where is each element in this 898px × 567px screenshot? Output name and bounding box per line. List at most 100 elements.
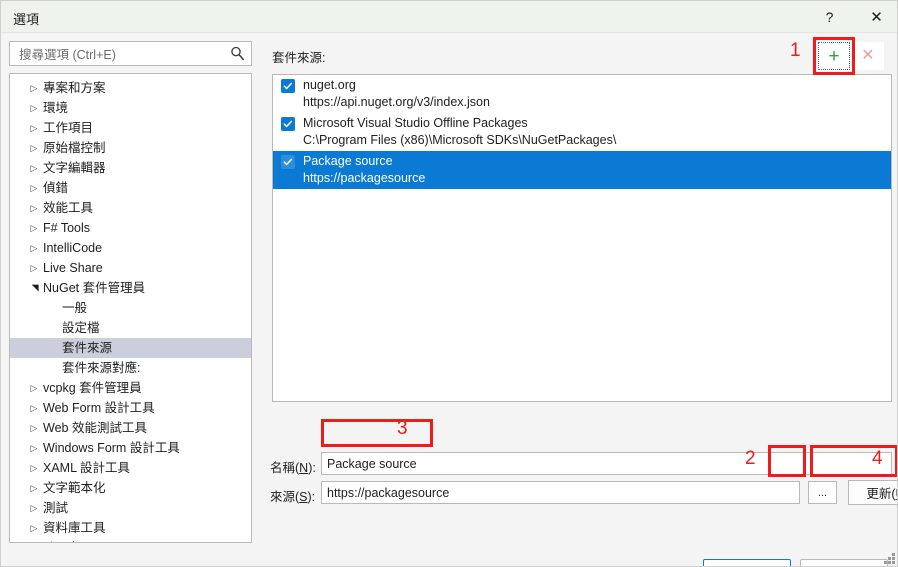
- twisty-glyph: ▷: [30, 403, 38, 413]
- package-source-row[interactable]: Package source https://packagesource: [273, 151, 891, 189]
- sidebar-item-16[interactable]: ▷ Web Form 設計工具: [10, 398, 251, 418]
- package-source-url: https://packagesource: [303, 171, 426, 185]
- sidebar-item-13[interactable]: 套件來源: [10, 338, 251, 358]
- remove-package-source-button[interactable]: ✕: [852, 42, 884, 70]
- twisty-glyph: ▷: [30, 483, 38, 493]
- sidebar-item-label: 套件來源對應:: [62, 361, 141, 375]
- chevron-right-icon[interactable]: ▷: [28, 378, 40, 398]
- resize-grip[interactable]: [883, 552, 896, 565]
- chevron-right-icon[interactable]: ▷: [28, 458, 40, 478]
- chevron-right-icon[interactable]: ▷: [28, 98, 40, 118]
- sidebar-item-6[interactable]: ▷ 效能工具: [10, 198, 251, 218]
- sidebar-item-8[interactable]: ▷ IntelliCode: [10, 238, 251, 258]
- chevron-right-icon[interactable]: ▷: [28, 218, 40, 238]
- dialog-body: ▷ 專案和方案 ▷ 環境 ▷ 工作項目 ▷ 原始檔控制 ▷ 文字編輯器 ▷ 偵錯 ▷ 效能工具 ▷ F# To…: [1, 33, 897, 566]
- sidebar-item-label: vcpkg 套件管理員: [43, 381, 142, 395]
- sidebar-item-21[interactable]: ▷ 測試: [10, 498, 251, 518]
- chevron-right-icon[interactable]: ▷: [28, 538, 40, 542]
- sidebar-item-label: IntelliCode: [43, 241, 103, 255]
- sidebar-item-label: XAML 設計工具: [43, 461, 131, 475]
- sidebar-item-14[interactable]: 套件來源對應:: [10, 358, 251, 378]
- package-source-row[interactable]: nuget.org https://api.nuget.org/v3/index.…: [273, 75, 891, 113]
- checkbox-checked-icon[interactable]: [281, 79, 295, 93]
- twisty-glyph: ▷: [30, 123, 38, 133]
- chevron-right-icon[interactable]: ▷: [28, 158, 40, 178]
- sidebar-item-15[interactable]: ▷ vcpkg 套件管理員: [10, 378, 251, 398]
- sidebar-item-9[interactable]: ▷ Live Share: [10, 258, 251, 278]
- source-input[interactable]: [321, 481, 800, 504]
- package-sources-list[interactable]: nuget.org https://api.nuget.org/v3/index.…: [272, 74, 892, 402]
- sidebar-item-label: 原始檔控制: [43, 141, 106, 155]
- sidebar-item-label: 跨平台: [43, 541, 81, 542]
- chevron-right-icon[interactable]: ▷: [28, 438, 40, 458]
- twisty-glyph: ▷: [30, 503, 38, 513]
- sidebar-item-11[interactable]: 一般: [10, 298, 251, 318]
- chevron-right-icon[interactable]: ▷: [28, 418, 40, 438]
- page-title: 選項: [13, 12, 40, 27]
- sidebar-item-22[interactable]: ▷ 資料庫工具: [10, 518, 251, 538]
- help-button[interactable]: ?: [807, 1, 852, 33]
- chevron-right-icon[interactable]: ▷: [28, 78, 40, 98]
- ok-button[interactable]: 確定: [703, 559, 791, 566]
- chevron-down-icon[interactable]: ◢: [28, 278, 40, 298]
- chevron-right-icon[interactable]: ▷: [28, 198, 40, 218]
- sidebar-item-label: 環境: [43, 101, 69, 115]
- options-tree[interactable]: ▷ 專案和方案 ▷ 環境 ▷ 工作項目 ▷ 原始檔控制 ▷ 文字編輯器 ▷ 偵錯 ▷ 效能工具 ▷ F# To…: [9, 73, 252, 543]
- browse-source-button[interactable]: ...: [808, 481, 837, 504]
- twisty-glyph: ▷: [30, 263, 38, 273]
- twisty-glyph: ▷: [31, 538, 38, 542]
- twisty-glyph: ▷: [30, 443, 38, 453]
- sidebar-item-4[interactable]: ▷ 文字編輯器: [10, 158, 251, 178]
- checkbox-checked-icon[interactable]: [281, 155, 295, 169]
- sidebar-item-label: 套件來源: [62, 341, 113, 355]
- sidebar-item-18[interactable]: ▷ Windows Form 設計工具: [10, 438, 251, 458]
- twisty-glyph: ◢: [28, 284, 39, 292]
- source-label: 來源(S):: [270, 486, 315, 505]
- twisty-glyph: ▷: [30, 243, 38, 253]
- chevron-right-icon[interactable]: ▷: [28, 518, 40, 538]
- package-source-row[interactable]: Microsoft Visual Studio Offline Packages…: [273, 113, 891, 151]
- twisty-glyph: ▷: [30, 203, 38, 213]
- close-button[interactable]: ✕: [854, 1, 897, 33]
- sidebar-item-12[interactable]: 設定檔: [10, 318, 251, 338]
- checkbox-checked-icon[interactable]: [281, 117, 295, 131]
- update-button[interactable]: 更新(U): [848, 480, 897, 505]
- sidebar-item-3[interactable]: ▷ 原始檔控制: [10, 138, 251, 158]
- sidebar-item-19[interactable]: ▷ XAML 設計工具: [10, 458, 251, 478]
- chevron-right-icon[interactable]: ▷: [28, 478, 40, 498]
- sidebar-item-label: 工作項目: [43, 121, 94, 135]
- twisty-glyph: ▷: [30, 83, 38, 93]
- sidebar-item-17[interactable]: ▷ Web 效能測試工具: [10, 418, 251, 438]
- sidebar-item-0[interactable]: ▷ 專案和方案: [10, 78, 251, 98]
- package-source-url: https://api.nuget.org/v3/index.json: [303, 95, 490, 109]
- twisty-glyph: ▷: [30, 103, 38, 113]
- search-input[interactable]: [17, 42, 221, 67]
- sidebar-item-20[interactable]: ▷ 文字範本化: [10, 478, 251, 498]
- twisty-glyph: ▷: [30, 523, 38, 533]
- add-package-source-button[interactable]: +: [817, 41, 851, 71]
- cancel-button[interactable]: 取消: [800, 559, 888, 566]
- name-label-accel: N: [299, 461, 309, 475]
- chevron-right-icon[interactable]: ▷: [28, 398, 40, 418]
- chevron-right-icon[interactable]: ▷: [28, 238, 40, 258]
- chevron-right-icon[interactable]: ▷: [28, 258, 40, 278]
- sidebar-item-7[interactable]: ▷ F# Tools: [10, 218, 251, 238]
- sidebar-item-23[interactable]: ▷ 跨平台: [10, 538, 251, 542]
- sidebar-item-1[interactable]: ▷ 環境: [10, 98, 251, 118]
- chevron-right-icon[interactable]: ▷: [28, 178, 40, 198]
- chevron-right-icon[interactable]: ▷: [28, 138, 40, 158]
- name-label-prefix: 名稱(: [270, 461, 300, 475]
- sidebar-item-label: Web Form 設計工具: [43, 401, 155, 415]
- search-box[interactable]: [9, 41, 252, 67]
- name-input[interactable]: [321, 452, 892, 475]
- sidebar-item-label: 偵錯: [43, 181, 69, 195]
- sidebar-item-label: Windows Form 設計工具: [43, 441, 180, 455]
- sidebar-item-10[interactable]: ◢ NuGet 套件管理員: [10, 278, 251, 298]
- twisty-glyph: ▷: [30, 383, 38, 393]
- sidebar-item-2[interactable]: ▷ 工作項目: [10, 118, 251, 138]
- package-sources-heading: 套件來源:: [272, 51, 326, 65]
- chevron-right-icon[interactable]: ▷: [28, 118, 40, 138]
- chevron-right-icon[interactable]: ▷: [28, 498, 40, 518]
- twisty-glyph: ▷: [30, 223, 38, 233]
- sidebar-item-5[interactable]: ▷ 偵錯: [10, 178, 251, 198]
